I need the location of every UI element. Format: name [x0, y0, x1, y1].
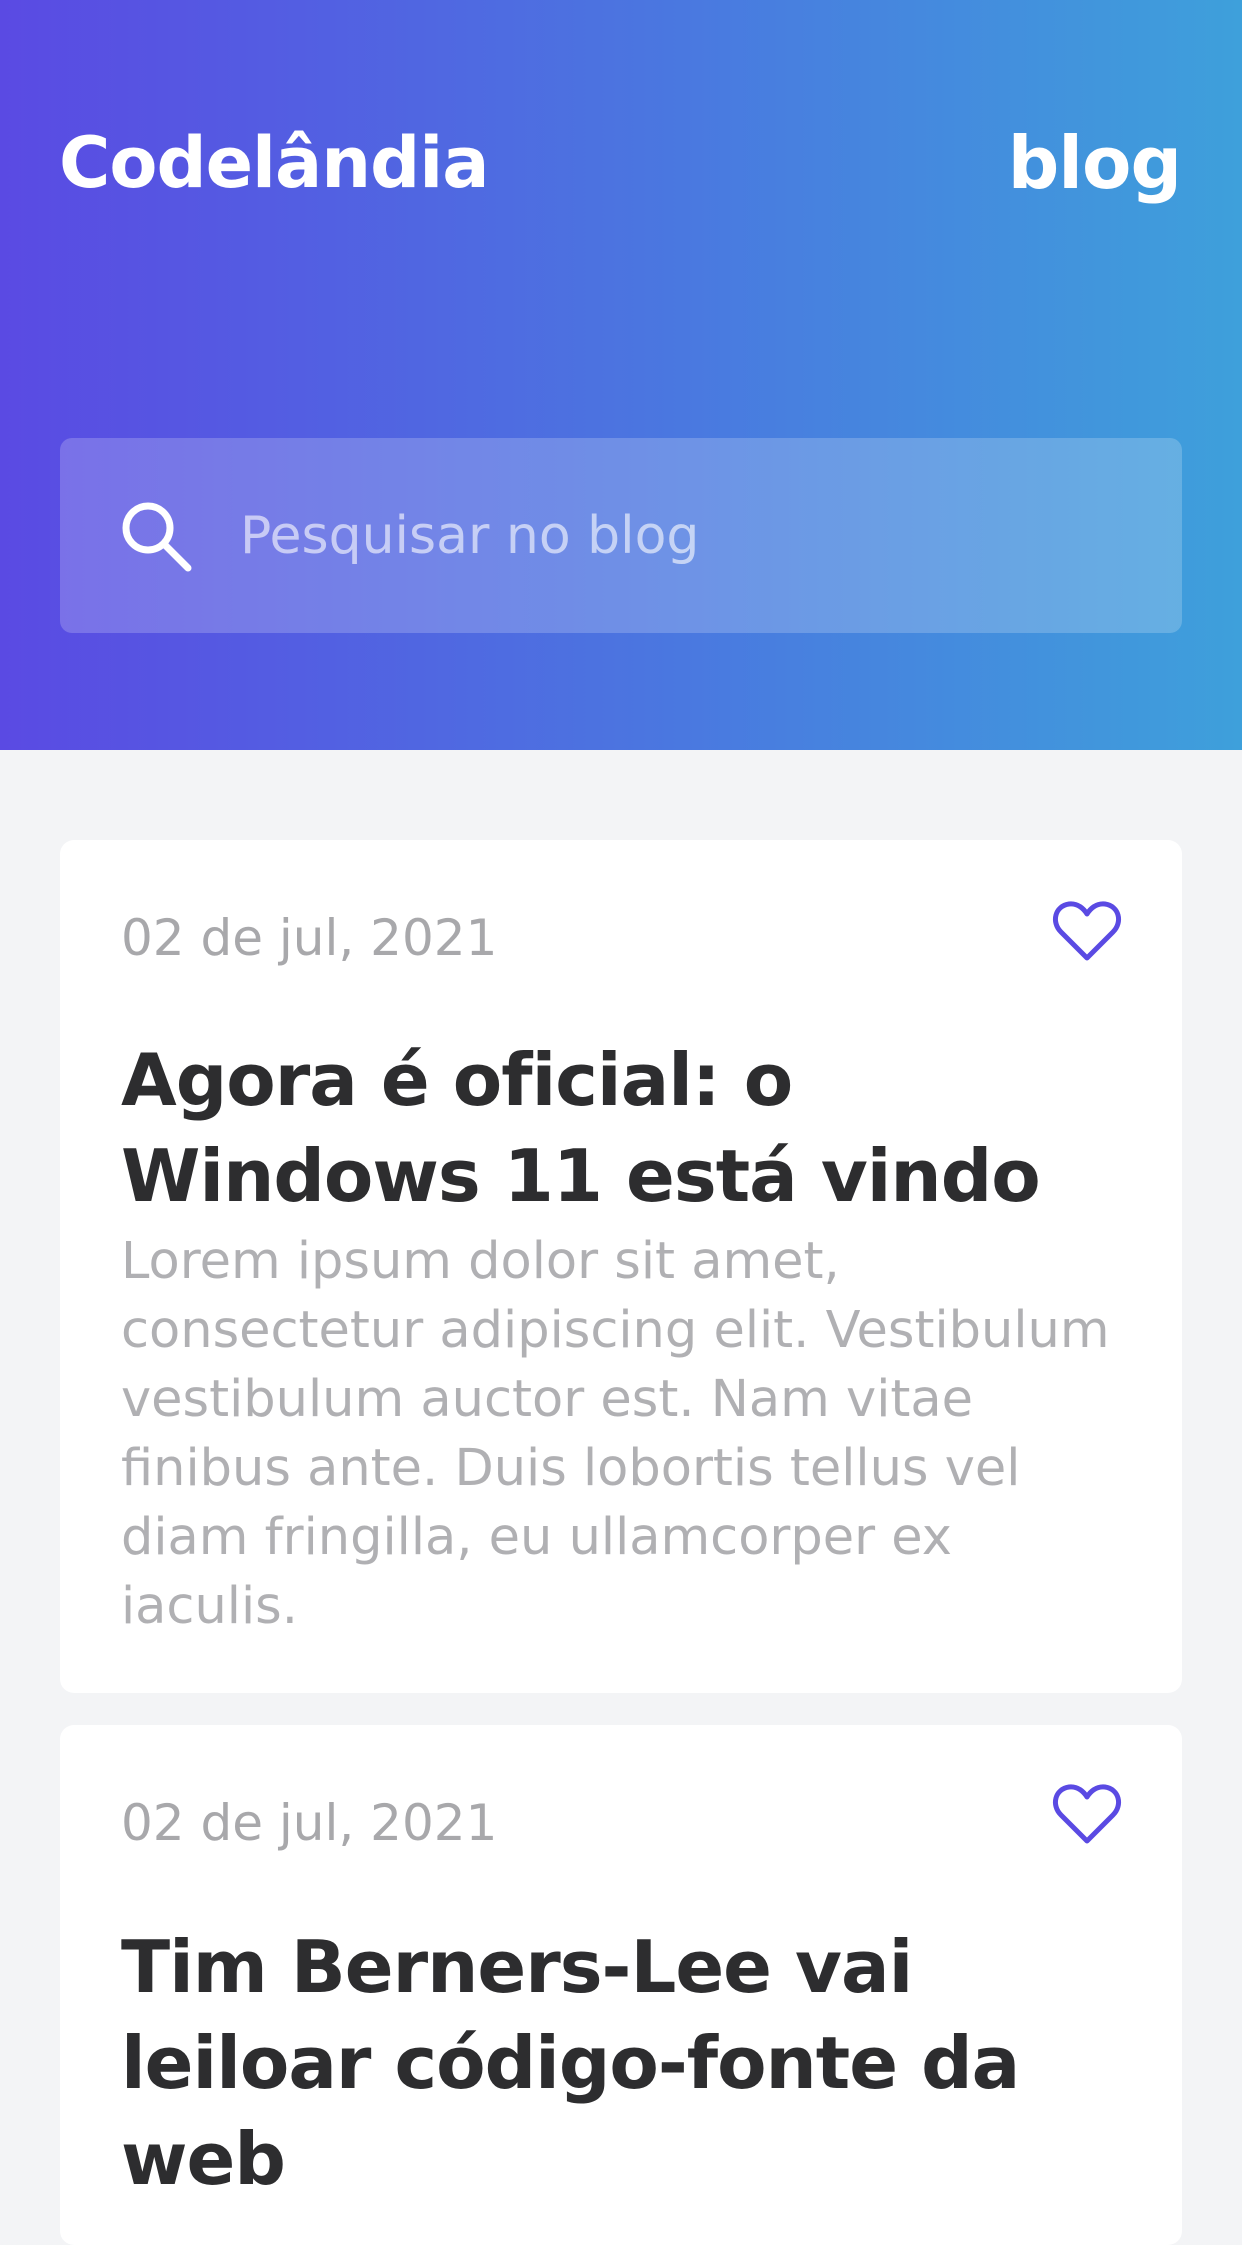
- post-card[interactable]: 02 de jul, 2021 Tim Berners-Lee vai leil…: [60, 1725, 1182, 2245]
- post-card[interactable]: 02 de jul, 2021 Agora é oficial: o Windo…: [60, 840, 1182, 1693]
- post-date: 02 de jul, 2021: [121, 909, 498, 967]
- heart-icon[interactable]: [1052, 900, 1122, 964]
- header: Codelândia blog: [0, 0, 1242, 750]
- post-date: 02 de jul, 2021: [121, 1794, 498, 1852]
- post-excerpt: Lorem ipsum dolor sit amet, consectetur …: [121, 1232, 1110, 1636]
- search-input[interactable]: [240, 488, 1140, 584]
- brand-logo[interactable]: Codelândia: [59, 118, 489, 208]
- heart-icon[interactable]: [1052, 1783, 1122, 1847]
- blog-nav-link[interactable]: blog: [1008, 118, 1182, 208]
- post-title[interactable]: Agora é oficial: o Windows 11 está vindo: [121, 1032, 1131, 1224]
- search-icon: [122, 502, 192, 572]
- post-title[interactable]: Tim Berners-Lee vai leiloar código-fonte…: [121, 1919, 1121, 2207]
